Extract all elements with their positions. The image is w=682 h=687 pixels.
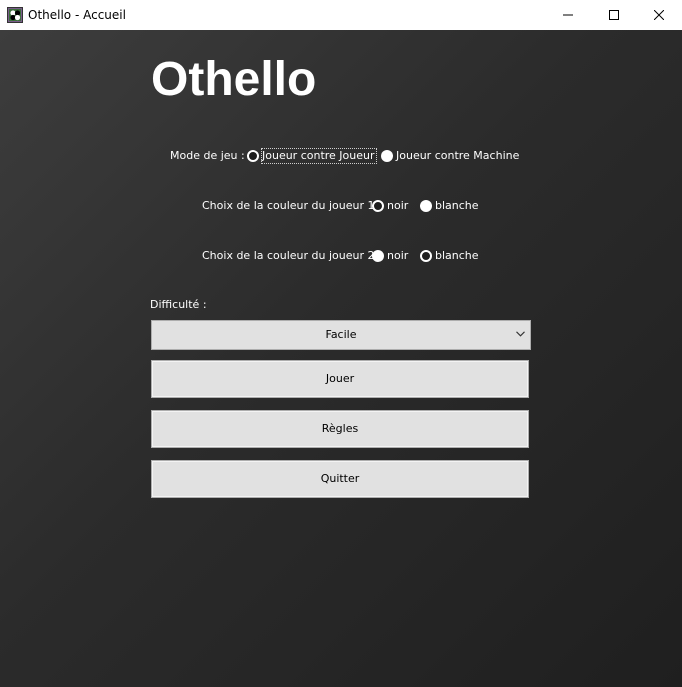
chevron-down-icon	[516, 331, 525, 337]
radio-label: noir	[387, 199, 409, 212]
difficulty-value: Facile	[325, 328, 357, 341]
maximize-icon	[609, 10, 619, 20]
radio-player2-black[interactable]: noir	[372, 249, 410, 263]
game-mode-label: Mode de jeu :	[170, 149, 245, 162]
radio-indicator	[420, 200, 432, 212]
radio-player-vs-machine[interactable]: Joueur contre Machine	[381, 149, 519, 163]
page-title: Othello	[151, 53, 317, 106]
home-panel: Othello Mode de jeu : Joueur contre Joue…	[0, 30, 682, 687]
radio-indicator	[372, 200, 384, 212]
difficulty-select[interactable]: Facile	[151, 320, 531, 350]
player1-color-label: Choix de la couleur du joueur 1 :	[202, 199, 382, 212]
radio-indicator	[420, 250, 432, 262]
player2-color-label: Choix de la couleur du joueur 2 :	[202, 249, 382, 262]
radio-label: noir	[387, 249, 409, 262]
close-button[interactable]	[636, 0, 682, 30]
othello-app-icon[interactable]	[7, 7, 23, 23]
radio-indicator	[381, 150, 393, 162]
radio-player1-black[interactable]: noir	[372, 199, 410, 213]
close-icon	[654, 10, 664, 20]
minimize-button[interactable]	[545, 0, 591, 30]
rules-button[interactable]: Règles	[151, 410, 529, 448]
radio-player2-white[interactable]: blanche	[420, 249, 479, 263]
radio-indicator	[372, 250, 384, 262]
radio-player1-white[interactable]: blanche	[420, 199, 479, 213]
maximize-button[interactable]	[591, 0, 637, 30]
radio-label: blanche	[435, 249, 479, 262]
title-bar[interactable]: Othello - Accueil	[0, 0, 682, 30]
difficulty-label: Difficulté :	[150, 298, 207, 311]
quit-button[interactable]: Quitter	[151, 460, 529, 498]
radio-label: blanche	[435, 199, 479, 212]
play-button[interactable]: Jouer	[151, 360, 529, 398]
radio-label: Joueur contre Joueur	[261, 148, 377, 164]
app-window: Othello - Accueil Othello Mode de jeu : …	[0, 0, 682, 687]
minimize-icon	[563, 14, 573, 16]
radio-label: Joueur contre Machine	[396, 149, 520, 162]
radio-indicator	[247, 150, 259, 162]
radio-player-vs-player[interactable]: Joueur contre Joueur	[247, 148, 377, 164]
window-title: Othello - Accueil	[28, 8, 126, 22]
